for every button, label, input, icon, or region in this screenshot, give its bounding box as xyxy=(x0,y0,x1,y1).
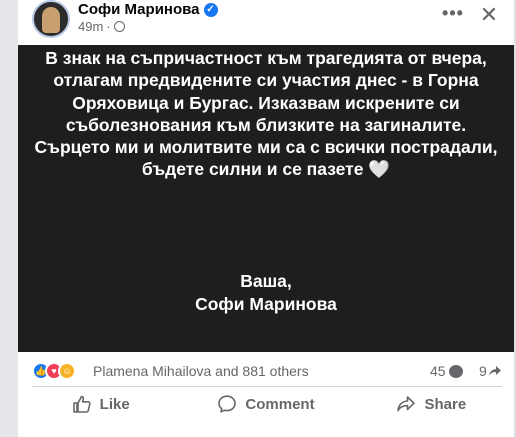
post-meta: 49m · xyxy=(78,19,125,34)
comments-count-value: 45 xyxy=(430,363,446,379)
post-actions: Like Comment Share xyxy=(18,388,514,420)
reaction-icons[interactable]: 👍 ♥ ☺ xyxy=(32,362,80,380)
reactions-summary[interactable]: Plamena Mihailova and 881 others xyxy=(93,363,309,379)
like-button[interactable]: Like xyxy=(18,388,183,420)
avatar[interactable] xyxy=(32,0,70,38)
post-card: Софи Маринова ✓ 49m · ••• ✕ В знак на съ… xyxy=(18,0,514,437)
share-button[interactable]: Share xyxy=(349,388,514,420)
avatar-photo xyxy=(42,7,60,33)
more-options-button[interactable]: ••• xyxy=(440,4,466,26)
post-time[interactable]: 49m xyxy=(78,19,103,34)
signoff-line-2: Софи Маринова xyxy=(195,294,337,314)
author-name-text[interactable]: Софи Маринова xyxy=(78,1,200,18)
comment-label: Comment xyxy=(245,395,315,413)
shares-count[interactable]: 9 xyxy=(479,363,501,379)
globe-icon xyxy=(113,21,125,32)
post-modal: Софи Маринова ✓ 49m · ••• ✕ В знак на съ… xyxy=(0,0,516,437)
comment-bubble-icon xyxy=(448,364,463,378)
care-reaction-icon: ☺ xyxy=(58,362,76,380)
author-name[interactable]: Софи Маринова ✓ xyxy=(78,1,218,18)
comments-count[interactable]: 45 xyxy=(430,363,463,379)
signoff-line-1: Ваша, xyxy=(240,271,292,291)
shares-count-value: 9 xyxy=(479,363,487,379)
share-label: Share xyxy=(424,395,467,413)
comment-icon xyxy=(218,395,237,413)
backdrop-strip xyxy=(0,0,18,437)
reactions-bar: 👍 ♥ ☺ Plamena Mihailova and 881 others 4… xyxy=(18,356,514,386)
actions-divider xyxy=(32,386,502,387)
post-header: Софи Маринова ✓ 49m · ••• ✕ xyxy=(18,0,514,44)
thumbs-up-icon xyxy=(72,395,91,413)
post-paragraph: В знак на съпричастност към трагедията о… xyxy=(34,48,498,180)
share-mini-icon xyxy=(488,366,501,376)
close-button[interactable]: ✕ xyxy=(476,2,502,28)
comment-button[interactable]: Comment xyxy=(183,388,348,420)
meta-separator: · xyxy=(106,19,111,34)
white-heart-icon: 🤍 xyxy=(368,159,391,180)
share-icon xyxy=(397,396,416,412)
verified-badge-icon: ✓ xyxy=(203,2,218,17)
post-message: В знак на съпричастност към трагедията о… xyxy=(30,47,502,181)
like-label: Like xyxy=(99,395,130,413)
post-signoff: Ваша, Софи Маринова xyxy=(30,270,502,316)
